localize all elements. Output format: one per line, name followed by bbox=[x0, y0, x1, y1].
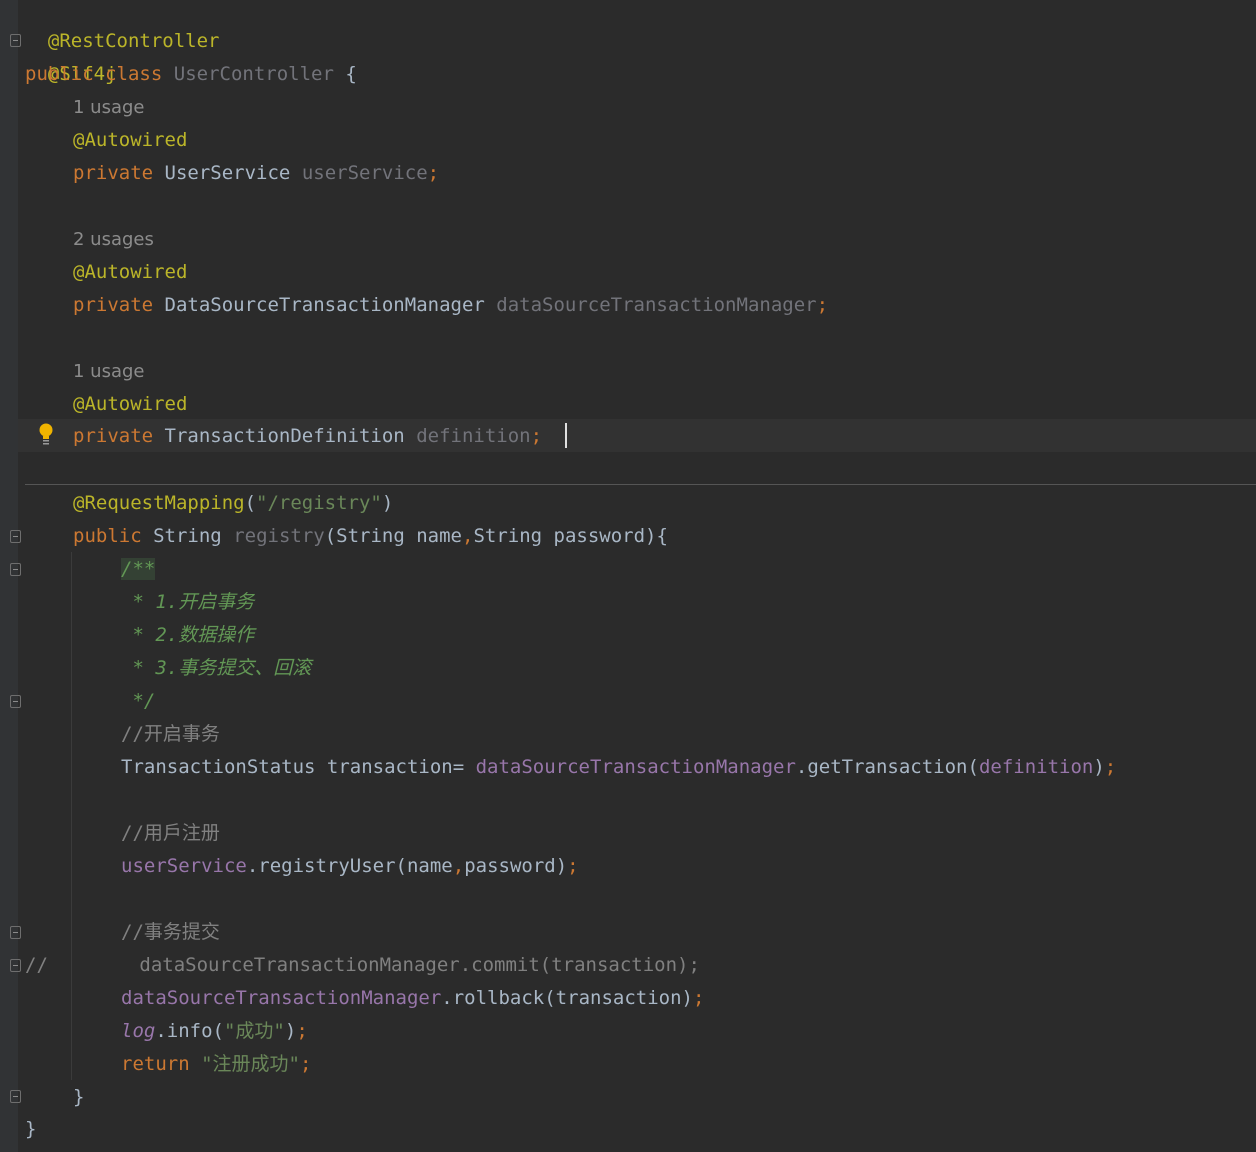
params: String password){ bbox=[473, 525, 668, 547]
line-comment[interactable]: //开启事务 bbox=[121, 718, 220, 751]
code-line[interactable]: @RequestMapping("/registry") bbox=[73, 487, 393, 520]
type-name: UserService bbox=[164, 162, 291, 184]
string-literal: "/registry" bbox=[256, 492, 382, 514]
method-call: .registryUser(name bbox=[246, 855, 453, 877]
line-comment[interactable]: //事务提交 bbox=[121, 916, 220, 949]
semicolon: ; bbox=[530, 425, 543, 447]
annotation: @RequestMapping bbox=[73, 492, 245, 514]
annotation: @Autowired bbox=[73, 129, 188, 151]
doc-comment[interactable]: */ bbox=[121, 685, 155, 718]
annotation: @Autowired bbox=[73, 261, 188, 283]
code-line[interactable]: public class UserController { bbox=[25, 58, 357, 91]
paren: ) bbox=[284, 1020, 297, 1042]
field-ref: definition bbox=[978, 756, 1094, 778]
code-line[interactable]: @Slf4j bbox=[25, 25, 117, 85]
method-name: registry bbox=[233, 525, 325, 547]
line-comment[interactable]: //用戶注册 bbox=[121, 817, 220, 850]
field-ref: log bbox=[121, 1020, 156, 1042]
field-name: userService bbox=[301, 162, 428, 184]
code-line[interactable]: private DataSourceTransactionManager dat… bbox=[73, 289, 828, 322]
semicolon: ; bbox=[567, 855, 579, 877]
declaration: TransactionStatus transaction= bbox=[121, 756, 476, 778]
usage-hint[interactable]: 2 usages bbox=[73, 223, 154, 256]
fold-marker-icon[interactable] bbox=[10, 563, 21, 576]
semicolon: ; bbox=[1104, 756, 1117, 778]
indent-guide bbox=[71, 552, 72, 1080]
method-call: .info( bbox=[155, 1020, 224, 1042]
type-name: DataSourceTransactionManager bbox=[164, 294, 485, 316]
params: (String name bbox=[324, 525, 462, 547]
code-line[interactable]: /** bbox=[121, 553, 156, 586]
code-line[interactable]: // dataSourceTransactionManager.commit(t… bbox=[25, 949, 700, 982]
string-literal: "注册成功" bbox=[201, 1053, 300, 1075]
method-separator bbox=[25, 484, 1256, 485]
code-line[interactable]: @Autowired bbox=[73, 256, 187, 289]
code-line[interactable]: @RestController bbox=[25, 0, 220, 52]
usage-hint[interactable]: 1 usage bbox=[73, 355, 145, 388]
doc-comment[interactable]: * 1.开启事务 bbox=[121, 586, 254, 619]
comment-prefix: // bbox=[25, 954, 48, 976]
closing-brace[interactable]: } bbox=[25, 1113, 36, 1146]
code-line[interactable]: TransactionStatus transaction= dataSourc… bbox=[121, 751, 1116, 784]
field-ref: dataSourceTransactionManager bbox=[475, 756, 796, 778]
paren: ) bbox=[1093, 756, 1105, 778]
comma: , bbox=[461, 525, 474, 547]
keyword: public bbox=[73, 525, 142, 547]
semicolon: ; bbox=[299, 1053, 312, 1075]
keyword: class bbox=[105, 63, 163, 85]
usage-hint[interactable]: 1 usage bbox=[73, 91, 145, 124]
semicolon: ; bbox=[816, 294, 829, 316]
fold-marker-icon[interactable] bbox=[10, 34, 21, 47]
paren: ( bbox=[244, 492, 257, 514]
code-line[interactable]: dataSourceTransactionManager.rollback(tr… bbox=[121, 982, 704, 1015]
semicolon: ; bbox=[296, 1020, 308, 1042]
closing-brace[interactable]: } bbox=[73, 1081, 84, 1114]
commented-code: dataSourceTransactionManager.commit(tran… bbox=[47, 954, 700, 976]
fold-marker-icon[interactable] bbox=[10, 530, 21, 543]
field-name: dataSourceTransactionManager bbox=[496, 294, 817, 316]
field-name: definition bbox=[416, 425, 531, 447]
annotation: @Autowired bbox=[73, 393, 188, 415]
method-call: .rollback(transaction) bbox=[441, 987, 693, 1009]
class-name: UserController bbox=[173, 63, 334, 85]
string-literal: "成功" bbox=[223, 1020, 285, 1042]
code-line[interactable]: log.info("成功"); bbox=[121, 1015, 308, 1048]
method-call: password) bbox=[464, 855, 568, 877]
doc-comment: /** bbox=[121, 558, 156, 580]
code-line[interactable]: userService.registryUser(name,password); bbox=[121, 850, 579, 883]
keyword: public bbox=[25, 63, 94, 85]
type-name: TransactionDefinition bbox=[164, 425, 405, 447]
brace: { bbox=[333, 63, 357, 85]
code-line[interactable]: private UserService userService; bbox=[73, 157, 439, 190]
editor-gutter[interactable] bbox=[0, 0, 18, 1152]
code-line[interactable]: @Autowired bbox=[73, 388, 187, 421]
fold-marker-icon[interactable] bbox=[10, 695, 21, 708]
doc-comment[interactable]: * 3.事务提交、回滚 bbox=[121, 652, 311, 685]
type-name: String bbox=[153, 525, 222, 547]
field-ref: dataSourceTransactionManager bbox=[121, 987, 442, 1009]
comma: , bbox=[452, 855, 465, 877]
lightbulb-icon[interactable] bbox=[38, 422, 54, 446]
fold-marker-icon[interactable] bbox=[10, 959, 21, 972]
keyword: private bbox=[73, 425, 154, 447]
fold-marker-icon[interactable] bbox=[10, 1090, 21, 1103]
paren: ) bbox=[381, 492, 394, 514]
code-line[interactable]: private TransactionDefinition definition… bbox=[73, 420, 542, 453]
code-line[interactable]: @Autowired bbox=[73, 124, 187, 157]
code-line[interactable]: public String registry(String name,Strin… bbox=[73, 520, 668, 553]
text-caret bbox=[565, 423, 567, 448]
method-call: .getTransaction( bbox=[795, 756, 979, 778]
keyword: private bbox=[73, 294, 154, 316]
field-ref: userService bbox=[121, 855, 247, 877]
doc-comment[interactable]: * 2.数据操作 bbox=[121, 619, 254, 652]
keyword: private bbox=[73, 162, 154, 184]
fold-marker-icon[interactable] bbox=[10, 926, 21, 939]
semicolon: ; bbox=[692, 987, 705, 1009]
keyword: return bbox=[121, 1053, 190, 1075]
semicolon: ; bbox=[427, 162, 440, 184]
code-line[interactable]: return "注册成功"; bbox=[121, 1048, 311, 1081]
